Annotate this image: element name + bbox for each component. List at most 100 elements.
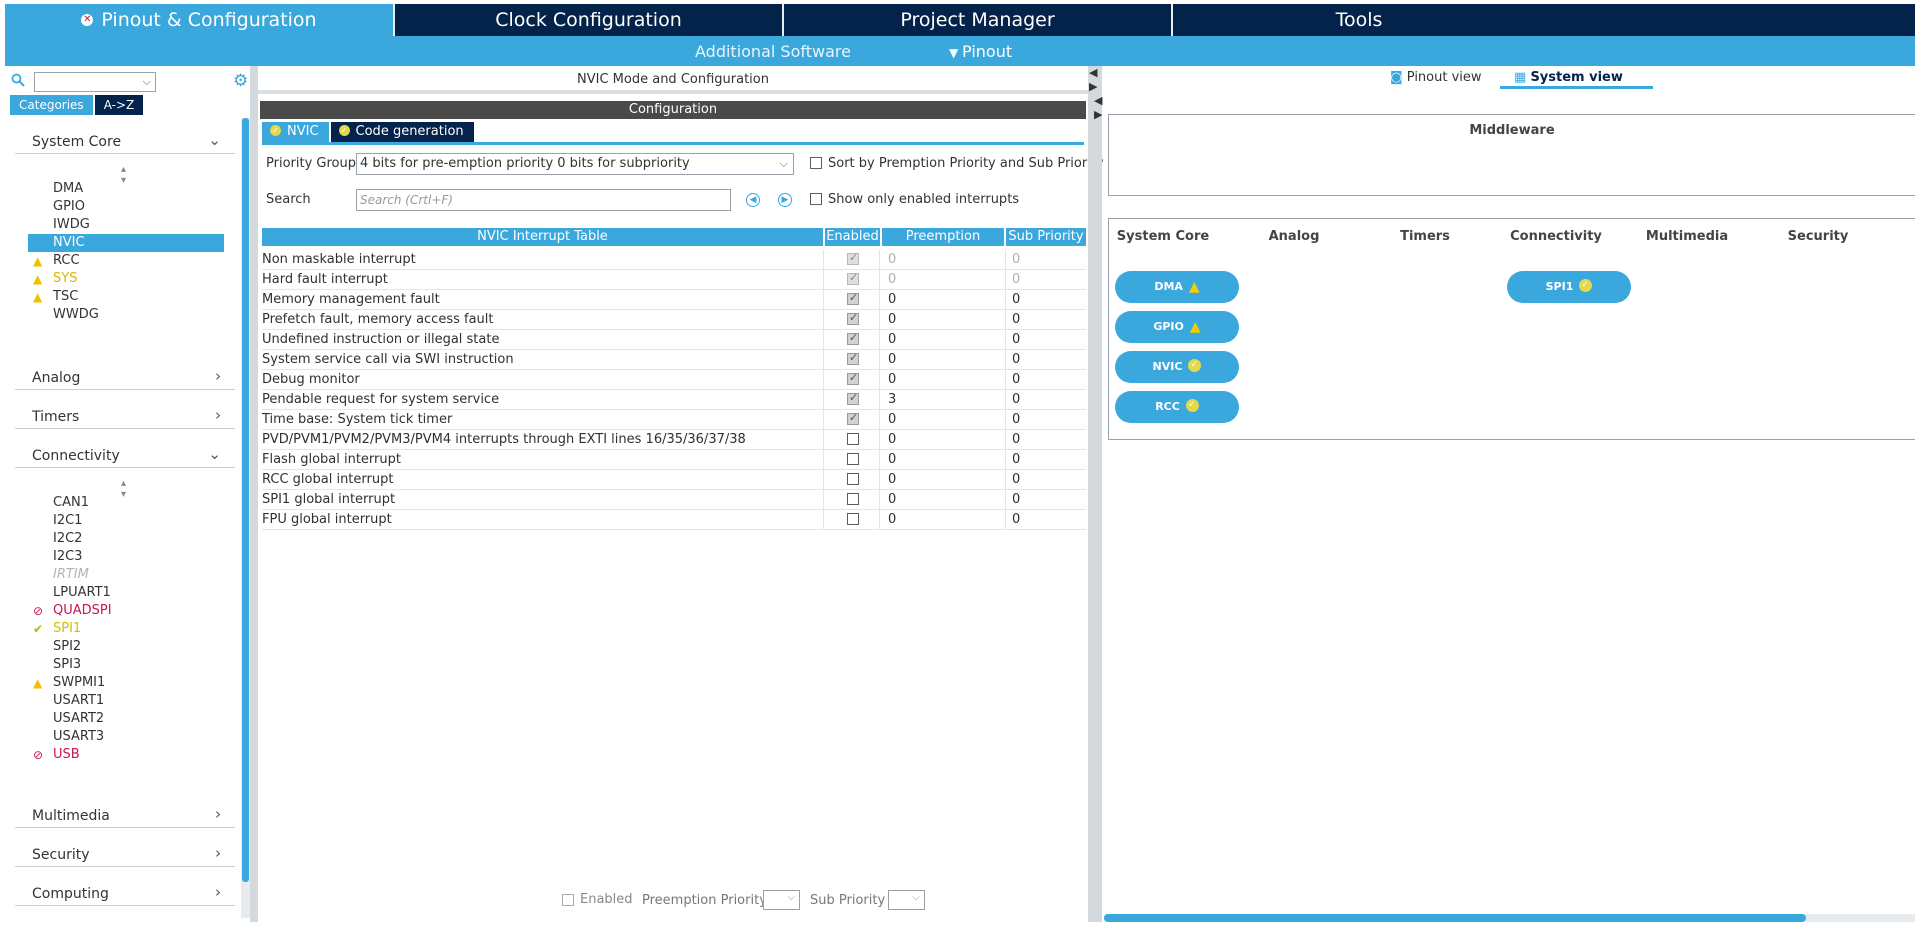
category-multimedia[interactable]: Multimedia ›	[15, 804, 235, 828]
table-row[interactable]: Memory management fault 0 0	[262, 290, 1086, 310]
collapse-right-icon[interactable]: ◀	[1094, 94, 1102, 107]
table-row[interactable]: FPU global interrupt 0 0	[262, 510, 1086, 530]
system-view-spi1-button[interactable]: SPI1	[1507, 269, 1631, 303]
system-view-rcc-button[interactable]: RCC	[1115, 389, 1239, 423]
search-input[interactable]: Search (Crtl+F)	[356, 189, 731, 211]
scrollbar-thumb[interactable]	[242, 118, 249, 882]
system-view-gpio-button[interactable]: GPIO ▲	[1115, 311, 1239, 343]
sub-priority-value[interactable]: 0	[1012, 252, 1020, 267]
bulk-preemption-select[interactable]: ⌵	[763, 890, 800, 910]
enabled-checkbox[interactable]	[847, 311, 859, 325]
tab-clock-configuration[interactable]: Clock Configuration	[395, 4, 784, 36]
enabled-checkbox[interactable]	[847, 331, 859, 345]
sidebar-item-i2c2[interactable]: I2C2	[28, 530, 224, 548]
system-view-dma-button[interactable]: DMA ▲	[1115, 271, 1239, 303]
enabled-checkbox[interactable]	[847, 391, 859, 405]
additional-software-menu[interactable]: Additional Software	[695, 42, 851, 61]
table-row[interactable]: RCC global interrupt 0 0	[262, 470, 1086, 490]
enabled-checkbox[interactable]	[847, 291, 859, 305]
search-icon[interactable]	[11, 73, 25, 87]
sidebar-item-tsc[interactable]: ▲ TSC	[28, 288, 224, 306]
panel-divider[interactable]: ◀ ▶ ◀ ▶	[1088, 66, 1102, 922]
preemption-priority-value[interactable]: 0	[888, 292, 896, 307]
next-arrow-icon[interactable]: ▶	[778, 193, 792, 207]
sidebar-item-lpuart1[interactable]: LPUART1	[28, 584, 224, 602]
sub-priority-value[interactable]: 0	[1012, 352, 1020, 367]
sidebar-item-nvic[interactable]: NVIC	[28, 234, 224, 252]
category-system-core[interactable]: System Core ⌄	[15, 130, 235, 154]
enabled-checkbox[interactable]	[847, 513, 859, 525]
category-computing[interactable]: Computing ›	[15, 882, 235, 906]
category-search-combo[interactable]: ⌵	[34, 72, 156, 92]
enabled-checkbox[interactable]	[847, 433, 859, 445]
preemption-priority-value[interactable]: 0	[888, 272, 896, 287]
tab-nvic[interactable]: NVIC	[262, 121, 329, 142]
sidebar-item-i2c3[interactable]: I2C3	[28, 548, 224, 566]
preemption-priority-value[interactable]: 0	[888, 372, 896, 387]
sidebar-item-irtim[interactable]: IRTIM	[28, 566, 224, 584]
sidebar-item-usart1[interactable]: USART1	[28, 692, 224, 710]
collapse-right-icon[interactable]: ▶	[1094, 108, 1102, 121]
preemption-priority-value[interactable]: 0	[888, 452, 896, 467]
tab-a-z[interactable]: A->Z	[94, 95, 144, 115]
enabled-checkbox[interactable]	[847, 371, 859, 385]
table-row[interactable]: Undefined instruction or illegal state 0 0	[262, 330, 1086, 350]
collapse-left-icon[interactable]: ◀	[1089, 66, 1097, 79]
column-header-interrupt[interactable]: NVIC Interrupt Table	[262, 228, 823, 246]
sidebar-item-gpio[interactable]: GPIO	[28, 198, 224, 216]
preemption-priority-value[interactable]: 3	[888, 392, 896, 407]
sidebar-item-spi1[interactable]: ✔ SPI1	[28, 620, 224, 638]
pinout-menu[interactable]: ▼ Pinout	[949, 42, 1012, 61]
tab-categories[interactable]: Categories	[10, 95, 93, 115]
table-row[interactable]: Hard fault interrupt 0 0	[262, 270, 1086, 290]
sidebar-item-can1[interactable]: CAN1	[28, 494, 224, 512]
table-row[interactable]: PVD/PVM1/PVM2/PVM3/PVM4 interrupts throu…	[262, 430, 1086, 450]
sub-priority-value[interactable]: 0	[1012, 472, 1020, 487]
system-view-nvic-button[interactable]: NVIC	[1115, 349, 1239, 383]
enabled-checkbox[interactable]	[847, 351, 859, 365]
sidebar-item-spi3[interactable]: SPI3	[28, 656, 224, 674]
enabled-checkbox[interactable]	[847, 271, 859, 285]
table-row[interactable]: Prefetch fault, memory access fault 0 0	[262, 310, 1086, 330]
sub-priority-value[interactable]: 0	[1012, 512, 1020, 527]
preemption-priority-value[interactable]: 0	[888, 332, 896, 347]
enabled-checkbox[interactable]	[847, 453, 859, 465]
category-connectivity[interactable]: Connectivity ⌄	[15, 444, 235, 468]
sub-priority-value[interactable]: 0	[1012, 312, 1020, 327]
sort-priority-checkbox[interactable]	[810, 157, 822, 169]
category-timers[interactable]: Timers ›	[15, 405, 235, 429]
sidebar-item-usb[interactable]: ⊘ USB	[28, 746, 224, 764]
horizontal-scrollbar-thumb[interactable]	[1104, 914, 1806, 922]
category-analog[interactable]: Analog ›	[15, 366, 235, 390]
sidebar-item-rcc[interactable]: ▲ RCC	[28, 252, 224, 270]
sub-priority-value[interactable]: 0	[1012, 492, 1020, 507]
sidebar-item-sys[interactable]: ▲ SYS	[28, 270, 224, 288]
column-header-enabled[interactable]: Enabled	[825, 228, 880, 246]
collapse-left-icon[interactable]: ▶	[1089, 80, 1097, 93]
tab-tools[interactable]: Tools	[1173, 4, 1915, 36]
sub-priority-value[interactable]: 0	[1012, 412, 1020, 427]
tab-system-view[interactable]: ▦ System view	[1500, 70, 1653, 89]
sub-priority-value[interactable]: 0	[1012, 392, 1020, 407]
sub-priority-value[interactable]: 0	[1012, 432, 1020, 447]
tab-pinout-view[interactable]: ◙ Pinout view	[1390, 70, 1482, 85]
sidebar-item-usart3[interactable]: USART3	[28, 728, 224, 746]
sidebar-item-wwdg[interactable]: WWDG	[28, 306, 224, 324]
preemption-priority-value[interactable]: 0	[888, 512, 896, 527]
column-header-preemption[interactable]: Preemption Priority	[882, 228, 1004, 262]
preemption-priority-value[interactable]: 0	[888, 252, 896, 267]
enabled-checkbox[interactable]	[847, 411, 859, 425]
tab-code-generation[interactable]: Code generation	[330, 121, 474, 142]
sub-priority-value[interactable]: 0	[1012, 372, 1020, 387]
sub-priority-value[interactable]: 0	[1012, 452, 1020, 467]
sidebar-item-i2c1[interactable]: I2C1	[28, 512, 224, 530]
table-row[interactable]: Pendable request for system service 3 0	[262, 390, 1086, 410]
gear-icon[interactable]: ⚙	[233, 72, 248, 90]
bulk-sub-priority-select[interactable]: ⌵	[888, 890, 925, 910]
preemption-priority-value[interactable]: 0	[888, 472, 896, 487]
show-enabled-checkbox[interactable]	[810, 193, 822, 205]
table-row[interactable]: Time base: System tick timer 0 0	[262, 410, 1086, 430]
sidebar-item-quadspi[interactable]: ⊘ QUADSPI	[28, 602, 224, 620]
column-header-sub-priority[interactable]: Sub Priority	[1006, 228, 1086, 246]
sidebar-item-swpmi1[interactable]: ▲ SWPMI1	[28, 674, 224, 692]
